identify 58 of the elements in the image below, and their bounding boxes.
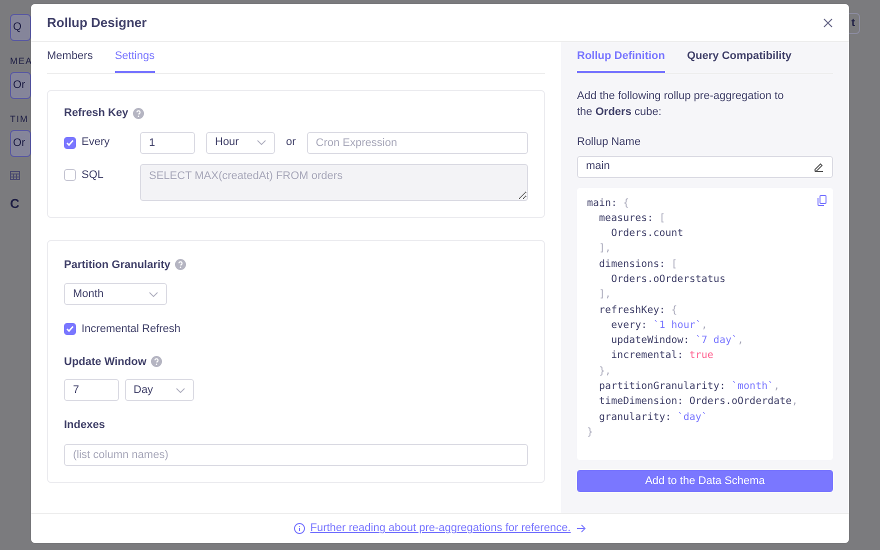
code-line: dimensions: [ [598, 258, 678, 272]
code-line: ], [598, 288, 612, 302]
code-line: } [587, 426, 594, 440]
chevron-down-icon [149, 292, 158, 296]
section-title: Update Window [64, 354, 146, 370]
section-title: Refresh Key [64, 106, 128, 121]
copy-icon[interactable] [817, 194, 827, 206]
code-line: }, [598, 364, 612, 379]
checkbox-label: Every [82, 135, 110, 150]
select-field[interactable]: Day [124, 379, 194, 401]
input-field[interactable]: 1 [140, 132, 195, 154]
code-line: Orders.oOrderstatus [610, 272, 726, 287]
code-line: partitionGranularity: `month`, [598, 380, 780, 394]
code-line: measures: [ [598, 212, 666, 226]
code-line: every: `1 hour`, [610, 318, 708, 333]
info-icon [294, 523, 306, 534]
field-label: Rollup Name [577, 135, 642, 150]
checkbox[interactable] [64, 136, 76, 148]
close-icon[interactable] [823, 18, 833, 28]
reference-link[interactable]: Further reading about pre-aggregations for reference. [310, 520, 571, 537]
tab[interactable]: Members [47, 42, 93, 73]
table-icon [10, 170, 20, 180]
section-title: Partition Granularity [64, 258, 170, 272]
code-line: updateWindow: `7 day`, [610, 334, 744, 348]
code-line: granularity: `day` [598, 410, 708, 425]
name-field[interactable]: main [577, 156, 833, 178]
tab[interactable]: Query Compatibility [686, 42, 792, 73]
checkbox[interactable] [64, 168, 76, 181]
code-line: incremental: true [610, 349, 714, 364]
code-line: timeDimension: Orders.oOrderdate, [598, 395, 798, 410]
section-label: TIM [10, 112, 30, 126]
code-line: ], [598, 242, 612, 256]
section-title: Indexes [64, 418, 105, 433]
modal-title: Rollup Designer [47, 14, 147, 32]
code-line: refreshKey: { [598, 304, 678, 318]
select-field[interactable]: Hour [206, 132, 275, 154]
help-icon[interactable] [133, 108, 144, 119]
input-field[interactable]: Cron Expression [306, 132, 528, 154]
input-field[interactable]: (list column names) [64, 444, 528, 466]
checkbox-label: SQL [82, 168, 104, 182]
arrow-right-icon [576, 524, 586, 533]
or-label: or [286, 135, 296, 150]
description-text: Add the following rollup pre-aggregation to the Orders cube: [577, 89, 785, 120]
code-line: main: { [587, 196, 630, 210]
edit-icon[interactable] [814, 162, 824, 172]
checkbox[interactable] [64, 323, 76, 336]
add-button[interactable]: Add to the Data Schema [577, 470, 833, 492]
select-field[interactable]: Month [64, 283, 167, 305]
help-icon[interactable] [151, 356, 162, 368]
tab[interactable]: Settings [114, 42, 155, 73]
section-label: MEA [10, 54, 31, 68]
chevron-down-icon [257, 140, 266, 145]
chevron-down-icon [176, 388, 184, 392]
checkbox-label: Incremental Refresh [82, 322, 181, 337]
page-heading: C [10, 194, 20, 212]
input-field[interactable]: 7 [64, 379, 119, 401]
code-line: Orders.count [610, 227, 684, 242]
help-icon[interactable] [175, 259, 186, 270]
